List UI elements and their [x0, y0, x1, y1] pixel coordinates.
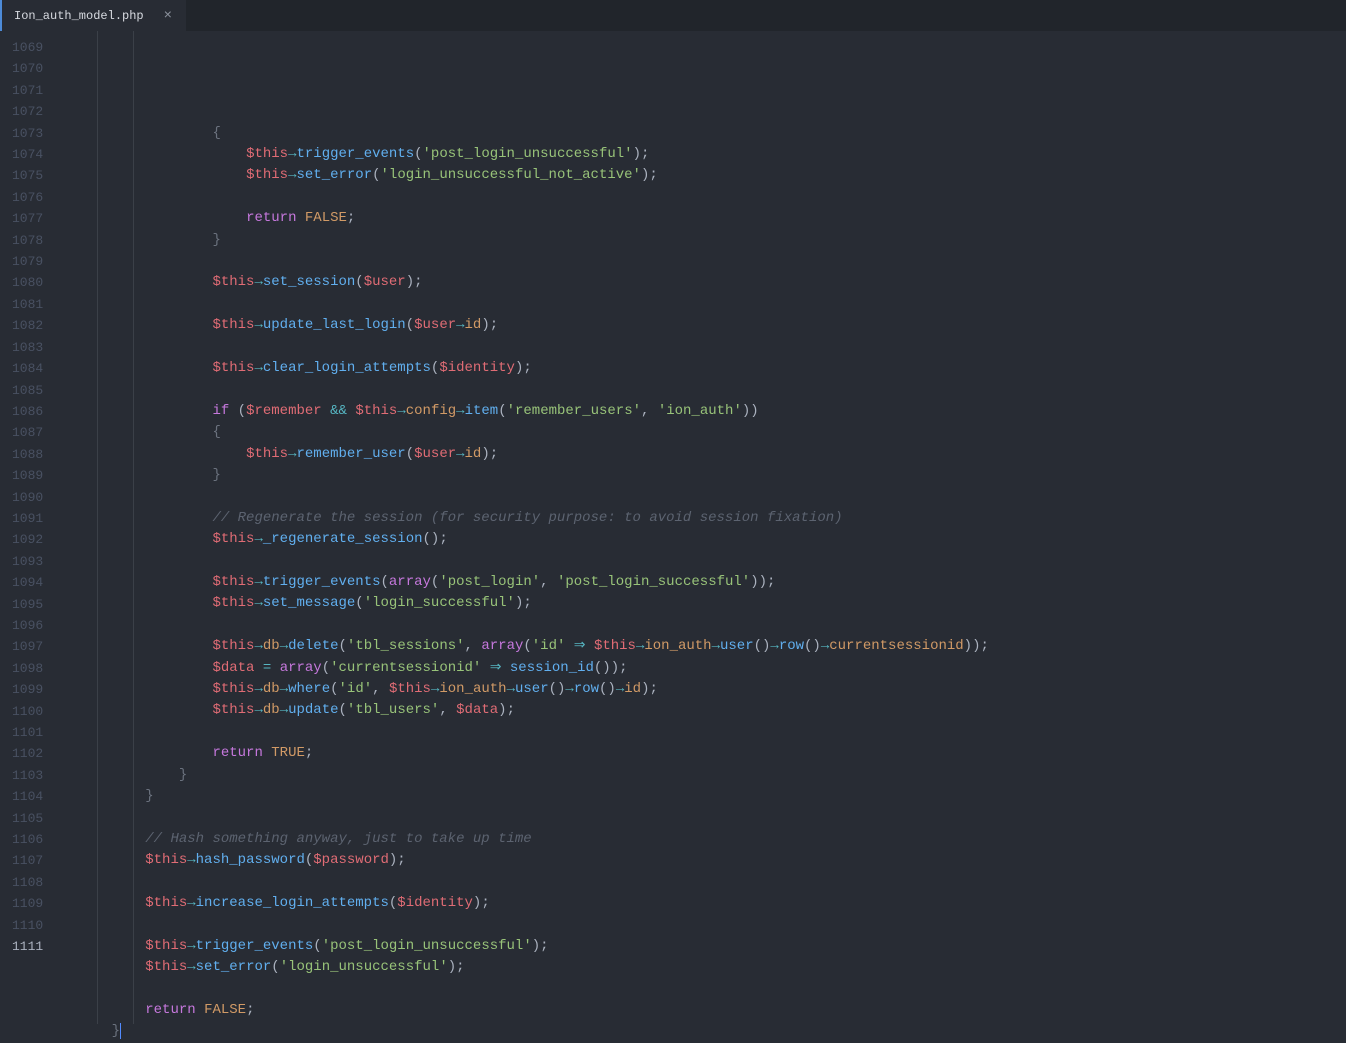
- code-line: $this→trigger_events('post_login_unsucce…: [61, 936, 1346, 957]
- line-number: 1072: [12, 101, 43, 122]
- line-number: 1079: [12, 251, 43, 272]
- code-line: $this→clear_login_attempts($identity);: [61, 358, 1346, 379]
- code-line: [61, 807, 1346, 828]
- code-line: [61, 379, 1346, 400]
- line-number: 1086: [12, 401, 43, 422]
- code-line: // Regenerate the session (for security …: [61, 508, 1346, 529]
- line-number: 1080: [12, 272, 43, 293]
- code-line: [61, 486, 1346, 507]
- code-line: }: [61, 230, 1346, 251]
- code-line: if ($remember && $this→config→item('reme…: [61, 401, 1346, 422]
- line-number: 1107: [12, 850, 43, 871]
- line-number: 1077: [12, 208, 43, 229]
- line-number: 1076: [12, 187, 43, 208]
- code-line: }: [61, 765, 1346, 786]
- line-number: 1078: [12, 230, 43, 251]
- code-line: [61, 187, 1346, 208]
- code-line: $this→set_session($user);: [61, 272, 1346, 293]
- code-line: [61, 979, 1346, 1000]
- line-number: 1090: [12, 487, 43, 508]
- code-line: $this→update_last_login($user→id);: [61, 315, 1346, 336]
- code-line: [61, 294, 1346, 315]
- line-number: 1083: [12, 337, 43, 358]
- line-number: 1082: [12, 315, 43, 336]
- code-line: [61, 722, 1346, 743]
- code-line: $data = array('currentsessionid' ⇒ sessi…: [61, 658, 1346, 679]
- code-line: $this→hash_password($password);: [61, 850, 1346, 871]
- line-number: 1075: [12, 165, 43, 186]
- line-number: 1088: [12, 444, 43, 465]
- line-number: 1093: [12, 551, 43, 572]
- line-number: 1089: [12, 465, 43, 486]
- line-number: 1085: [12, 380, 43, 401]
- code-line: $this→db→where('id', $this→ion_auth→user…: [61, 679, 1346, 700]
- code-line: [61, 251, 1346, 272]
- line-number: 1104: [12, 786, 43, 807]
- line-number: 1069: [12, 37, 43, 58]
- code-line: $this→increase_login_attempts($identity)…: [61, 893, 1346, 914]
- code-line: // Hash something anyway, just to take u…: [61, 829, 1346, 850]
- line-number: 1084: [12, 358, 43, 379]
- code-area[interactable]: { $this→trigger_events('post_login_unsuc…: [61, 31, 1346, 1024]
- code-line: $this→remember_user($user→id);: [61, 444, 1346, 465]
- code-line: $this→trigger_events(array('post_login',…: [61, 572, 1346, 593]
- line-number: 1100: [12, 701, 43, 722]
- line-number: 1108: [12, 872, 43, 893]
- code-line: }: [61, 465, 1346, 486]
- code-line: $this→db→delete('tbl_sessions', array('i…: [61, 636, 1346, 657]
- code-line: [61, 551, 1346, 572]
- line-number: 1097: [12, 636, 43, 657]
- line-number: 1101: [12, 722, 43, 743]
- line-number: 1103: [12, 765, 43, 786]
- line-number: 1094: [12, 572, 43, 593]
- code-line: [61, 337, 1346, 358]
- line-number: 1096: [12, 615, 43, 636]
- code-line: {: [61, 422, 1346, 443]
- line-number: 1105: [12, 808, 43, 829]
- code-line: $this→set_error('login_unsuccessful');: [61, 957, 1346, 978]
- line-number: 1095: [12, 594, 43, 615]
- code-line: return TRUE;: [61, 743, 1346, 764]
- line-number: 1109: [12, 893, 43, 914]
- line-number: 1074: [12, 144, 43, 165]
- code-line: [61, 615, 1346, 636]
- code-line: $this→trigger_events('post_login_unsucce…: [61, 144, 1346, 165]
- code-line: [61, 914, 1346, 935]
- line-number: 1110: [12, 915, 43, 936]
- code-line: $this→_regenerate_session();: [61, 529, 1346, 550]
- cursor: [120, 1023, 121, 1039]
- line-number: 1111: [12, 936, 43, 957]
- line-number: 1087: [12, 422, 43, 443]
- file-tab[interactable]: Ion_auth_model.php ×: [0, 0, 186, 31]
- code-line: $this→set_message('login_successful');: [61, 593, 1346, 614]
- code-line: return FALSE;: [61, 208, 1346, 229]
- line-number: 1099: [12, 679, 43, 700]
- gutter: 1069107010711072107310741075107610771078…: [0, 31, 61, 1024]
- code-line: }: [61, 786, 1346, 807]
- line-number: 1081: [12, 294, 43, 315]
- tab-bar: Ion_auth_model.php ×: [0, 0, 1346, 31]
- line-number: 1070: [12, 58, 43, 79]
- tab-filename: Ion_auth_model.php: [14, 9, 144, 23]
- code-line: $this→set_error('login_unsuccessful_not_…: [61, 165, 1346, 186]
- line-number: 1092: [12, 529, 43, 550]
- code-line: [61, 872, 1346, 893]
- editor: 1069107010711072107310741075107610771078…: [0, 31, 1346, 1024]
- line-number: 1098: [12, 658, 43, 679]
- line-number: 1073: [12, 123, 43, 144]
- close-icon[interactable]: ×: [160, 8, 176, 24]
- code-line: {: [61, 123, 1346, 144]
- code-line: }: [61, 1021, 1346, 1042]
- line-number: 1106: [12, 829, 43, 850]
- line-number: 1071: [12, 80, 43, 101]
- code-line: return FALSE;: [61, 1000, 1346, 1021]
- line-number: 1102: [12, 743, 43, 764]
- line-number: 1091: [12, 508, 43, 529]
- code-line: $this→db→update('tbl_users', $data);: [61, 700, 1346, 721]
